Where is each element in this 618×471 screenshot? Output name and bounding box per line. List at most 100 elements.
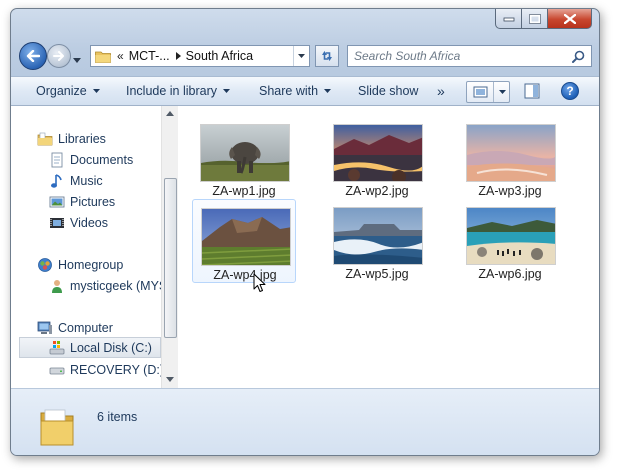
search-box [347, 45, 592, 67]
refresh-button[interactable] [315, 45, 339, 67]
breadcrumb-segment-mct[interactable]: MCT-... [129, 49, 170, 63]
include-in-library-label: Include in library [126, 84, 218, 98]
file-name: ZA-wp5.jpg [345, 267, 409, 281]
nav-item-libraries[interactable]: Libraries [37, 128, 106, 149]
scroll-down-arrow-icon[interactable] [166, 377, 174, 382]
nav-item-label: Computer [58, 320, 113, 335]
scroll-up-arrow-icon[interactable] [166, 111, 174, 116]
forward-arrow-icon [53, 51, 64, 61]
explorer-window: « MCT-... South Africa Organize Include … [10, 8, 600, 456]
nav-item-label: Videos [70, 215, 108, 230]
nav-item-pictures[interactable]: Pictures [49, 191, 115, 212]
scrollbar-thumb[interactable] [164, 178, 177, 338]
navigation-scrollbar[interactable] [161, 106, 178, 388]
chevron-down-icon[interactable] [499, 90, 506, 94]
include-in-library-menu[interactable]: Include in library [126, 76, 231, 106]
nav-item-user[interactable]: mysticgeek (MYS [49, 275, 161, 296]
maximize-button[interactable] [522, 9, 548, 29]
navigation-pane: Libraries Documents Music Pictures Video… [11, 106, 161, 388]
chevron-down-icon [73, 58, 81, 63]
organize-menu[interactable]: Organize [36, 76, 100, 106]
file-name: ZA-wp6.jpg [478, 267, 542, 281]
computer-icon [37, 320, 53, 336]
folder-icon [40, 409, 74, 446]
nav-item-label: Libraries [58, 131, 106, 146]
share-with-label: Share with [259, 84, 319, 98]
pictures-icon [49, 194, 65, 210]
drive-icon [49, 362, 65, 378]
close-button[interactable] [548, 9, 592, 29]
file-name: ZA-wp2.jpg [345, 184, 409, 198]
mouse-cursor-icon [253, 273, 266, 292]
view-button-divider [493, 82, 494, 102]
file-item[interactable]: ZA-wp3.jpg [458, 116, 562, 200]
homegroup-icon [37, 257, 53, 273]
elephant-photo-thumbnail [200, 124, 290, 182]
share-with-menu[interactable]: Share with [259, 76, 332, 106]
address-history-dropdown[interactable] [293, 46, 309, 66]
command-bar: Organize Include in library Share with S… [11, 76, 599, 106]
table-mountain-waves-photo-thumbnail [333, 207, 423, 265]
back-button[interactable] [19, 42, 47, 70]
nav-item-label: RECOVERY (D:) [70, 362, 161, 377]
minimize-button[interactable] [495, 9, 522, 29]
breadcrumb-arrow-icon[interactable] [175, 52, 181, 60]
libraries-icon [37, 131, 53, 147]
nav-item-recovery[interactable]: RECOVERY (D:) [49, 359, 161, 380]
nav-item-label: Music [70, 173, 103, 188]
nav-item-label: mysticgeek (MYS [70, 278, 161, 293]
file-item[interactable]: ZA-wp2.jpg [325, 116, 429, 200]
nav-item-local-disk[interactable]: Local Disk (C:) [19, 337, 161, 358]
change-view-button[interactable] [466, 81, 510, 103]
mountain-vineyard-photo-thumbnail [201, 208, 291, 266]
breadcrumb-segment-current[interactable]: South Africa [186, 49, 253, 63]
help-button[interactable]: ? [561, 82, 579, 100]
search-icon[interactable] [572, 50, 585, 63]
nav-item-videos[interactable]: Videos [49, 212, 108, 233]
file-item[interactable]: ZA-wp6.jpg [458, 199, 562, 283]
breadcrumb-overflow[interactable]: « [117, 49, 124, 63]
recent-pages-dropdown[interactable] [73, 52, 81, 66]
file-item[interactable]: ZA-wp1.jpg [192, 116, 296, 200]
file-name: ZA-wp1.jpg [212, 184, 276, 198]
caption-buttons [495, 9, 592, 29]
chevron-down-icon [324, 89, 332, 93]
nav-item-label: Documents [70, 152, 134, 167]
slide-show-button[interactable]: Slide show [358, 76, 418, 106]
file-item[interactable]: ZA-wp5.jpg [325, 199, 429, 283]
user-icon [49, 278, 65, 294]
more-commands-button[interactable]: » [437, 76, 445, 106]
view-icon [473, 86, 488, 98]
nav-item-documents[interactable]: Documents [49, 149, 133, 170]
nav-item-music[interactable]: Music [49, 170, 103, 191]
rocky-river-sunset-photo-thumbnail [333, 124, 423, 182]
nav-item-label: Homegroup [58, 257, 124, 272]
forward-button[interactable] [47, 44, 71, 68]
address-bar[interactable]: « MCT-... South Africa [90, 45, 310, 67]
local-disk-icon [49, 340, 65, 356]
file-name: ZA-wp4.jpg [213, 268, 277, 282]
chevron-down-icon [223, 89, 231, 93]
file-name: ZA-wp3.jpg [478, 184, 542, 198]
details-pane: 6 items [11, 388, 599, 455]
penguin-beach-photo-thumbnail [466, 207, 556, 265]
nav-item-computer[interactable]: Computer [37, 317, 113, 338]
back-arrow-icon [26, 50, 40, 62]
organize-label: Organize [36, 84, 87, 98]
chevron-down-icon [92, 89, 100, 93]
videos-icon [49, 215, 65, 231]
folder-icon [95, 51, 111, 63]
nav-item-label: Local Disk (C:) [70, 340, 152, 355]
item-count: 6 items [97, 410, 138, 424]
music-icon [49, 173, 65, 189]
help-icon: ? [566, 84, 574, 98]
file-item[interactable]: ZA-wp4.jpg [192, 199, 296, 283]
refresh-icon [322, 51, 332, 61]
slide-show-label: Slide show [358, 84, 419, 98]
preview-pane-icon[interactable] [524, 83, 540, 99]
nav-item-homegroup[interactable]: Homegroup [37, 254, 123, 275]
pink-coast-photo-thumbnail [466, 124, 556, 182]
documents-icon [49, 152, 65, 168]
search-input[interactable] [354, 49, 564, 63]
file-list: ZA-wp1.jpg ZA-wp2.jpg ZA-wp3.jpg ZA-wp4.… [178, 106, 599, 388]
